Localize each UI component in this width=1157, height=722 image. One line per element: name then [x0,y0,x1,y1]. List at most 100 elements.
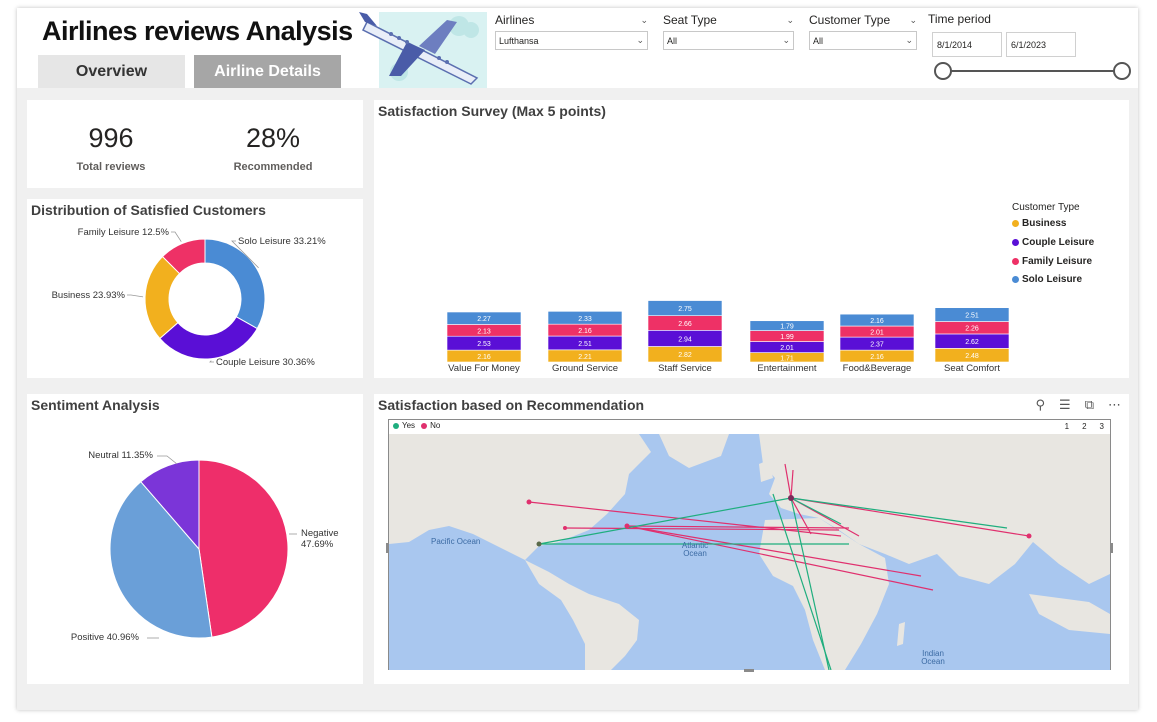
map-panel: Satisfaction based on Recommendation ⚲ ☰… [374,394,1129,684]
landmass-south-america [525,560,639,670]
legend-item-solo-leisure[interactable]: Solo Leisure [1012,274,1082,285]
end-date-input[interactable]: 6/1/2023 [1006,32,1076,57]
time-slider-start-handle[interactable] [934,62,952,80]
resize-handle-right[interactable] [1110,543,1113,553]
seat-type-slicer-label: Seat Type [663,13,717,27]
chevron-down-icon[interactable]: ⌄ [640,15,648,26]
time-slider-track[interactable] [943,70,1123,72]
bar-data-label: 2.51 [965,313,979,320]
donut-data-label: Solo Leisure 33.21% [238,236,326,247]
landmass-greenland [659,434,729,468]
legend-dot-yes [393,422,399,429]
bar-data-label: 2.37 [870,342,884,349]
resize-handle-left[interactable] [386,543,389,553]
more-options-icon[interactable]: ⋯ [1108,397,1121,413]
bar-data-label: 2.16 [870,354,884,361]
indian-ocean-label: Indian Ocean [921,649,945,666]
legend-item-couple-leisure[interactable]: Couple Leisure [1012,237,1094,248]
page-1-button[interactable]: 1 [1065,422,1069,431]
total-reviews-value: 996 [88,123,134,153]
report-header: Airlines reviews Analysis Overview Airli… [17,8,1138,88]
landmass-madagascar [897,622,905,646]
sentiment-pie-chart[interactable]: Negative47.69% Positive 40.96% Neutral 11.… [27,394,363,684]
map-visual-frame[interactable]: Yes No 1 2 3 Pacific Ocean Atlantic Ocea… [388,419,1111,670]
pie-data-label: 47.69% [301,539,334,550]
distribution-donut-chart[interactable]: Solo Leisure 33.21% Couple Leisure 30.36%… [27,199,363,378]
donut-data-label: Business 23.93% [52,290,126,301]
bar-data-label: 2.62 [965,339,979,346]
legend-item-business[interactable]: Business [1012,218,1066,229]
bar-data-label: 2.27 [477,316,491,323]
sentiment-panel: Sentiment Analysis Negative 47.69% Positiv… [27,394,363,684]
airlines-slicer[interactable]: Airlines ⌄ Lufthansa ⌄ [495,13,648,50]
legend-label-family-leisure: Family Leisure [1022,256,1093,267]
seat-type-selected-value: All [667,35,678,46]
start-date-input[interactable]: 8/1/2014 [932,32,1002,57]
bar-data-label: 2.75 [678,306,692,313]
x-axis-tick-label: Staff Service [658,363,712,374]
legend-dot-business [1012,220,1019,227]
x-axis-tick-label: Food&Beverage [843,363,912,374]
landmass-southeast-asia [1029,594,1110,634]
atlantic-ocean-label: Atlantic Ocean [681,541,709,558]
bar-data-label: 2.16 [578,328,592,335]
chevron-down-icon[interactable]: ⌄ [909,15,917,26]
chevron-down-icon: ⌄ [905,35,913,45]
legend-dot-solo-leisure [1012,276,1019,283]
bar-data-label: 2.53 [477,341,491,348]
page-3-button[interactable]: 3 [1100,422,1104,431]
recommended-label: Recommended [233,161,313,173]
map-page-numbers: 1 2 3 [1065,422,1104,431]
pie-leader-line [157,455,178,465]
landmass-north-america [389,434,651,560]
page-2-button[interactable]: 2 [1082,422,1086,431]
bar-data-label: 1.99 [780,334,794,341]
distribution-panel: Distribution of Satisfied Customers Solo… [27,199,363,378]
customer-type-slicer-label: Customer Type [809,13,891,27]
legend-item-family-leisure[interactable]: Family Leisure [1012,256,1092,267]
legend-item-no[interactable]: No [421,421,440,430]
chevron-down-icon: ⌄ [782,35,790,45]
customer-type-dropdown[interactable]: All ⌄ [809,31,917,50]
customer-type-slicer[interactable]: Customer Type ⌄ All ⌄ [809,13,917,50]
legend-dot-no [421,422,428,429]
bar-data-label: 2.13 [477,328,491,335]
tab-airline-details[interactable]: Airline Details [194,55,341,88]
pie-data-label: Negative [301,528,339,539]
map-legend: Yes No [393,421,440,430]
donut-slice-solo-leisure[interactable] [204,238,266,330]
chevron-down-icon[interactable]: ⌄ [786,15,794,26]
bar-data-label: 2.94 [678,336,692,343]
bar-data-label: 2.33 [578,316,592,323]
bar-data-label: 1.79 [780,324,794,331]
resize-handle-bottom[interactable] [744,669,754,672]
pie-slice-negative[interactable] [198,459,289,638]
airlines-slicer-label: Airlines [495,13,535,27]
airplane-illustration [359,12,487,88]
seat-type-slicer[interactable]: Seat Type ⌄ All ⌄ [663,13,794,50]
survey-legend-title: Customer Type [1012,202,1080,213]
legend-item-yes[interactable]: Yes [393,421,415,430]
x-axis-tick-label: Entertainment [757,363,817,374]
pin-icon[interactable]: ⚲ [1036,397,1046,413]
tab-overview[interactable]: Overview [38,55,185,88]
airlines-selected-value: Lufthansa [499,35,539,46]
time-slider-end-handle[interactable] [1113,62,1131,80]
donut-data-label: Couple Leisure 30.36% [216,357,315,368]
recommended-value: 28% [245,123,301,153]
airlines-dropdown[interactable]: Lufthansa ⌄ [495,31,648,50]
legend-label-no: No [430,421,441,430]
pie-data-label: Positive 40.96% [71,632,140,643]
x-axis-tick-label: Seat Comfort [944,363,1000,374]
filter-icon[interactable]: ☰ [1059,397,1071,413]
total-reviews-label: Total reviews [76,161,146,173]
donut-data-label: Family Leisure 12.5% [78,227,170,238]
bar-data-label: 2.26 [965,326,979,333]
focus-mode-icon[interactable]: ⧉ [1085,397,1094,413]
report-title: Airlines reviews Analysis [42,16,353,46]
world-map[interactable]: Pacific Ocean Atlantic Ocean Indian Ocea… [389,434,1110,670]
seat-type-dropdown[interactable]: All ⌄ [663,31,794,50]
legend-dot-family-leisure [1012,258,1019,265]
chevron-down-icon: ⌄ [636,35,644,45]
legend-label-business: Business [1022,218,1067,229]
